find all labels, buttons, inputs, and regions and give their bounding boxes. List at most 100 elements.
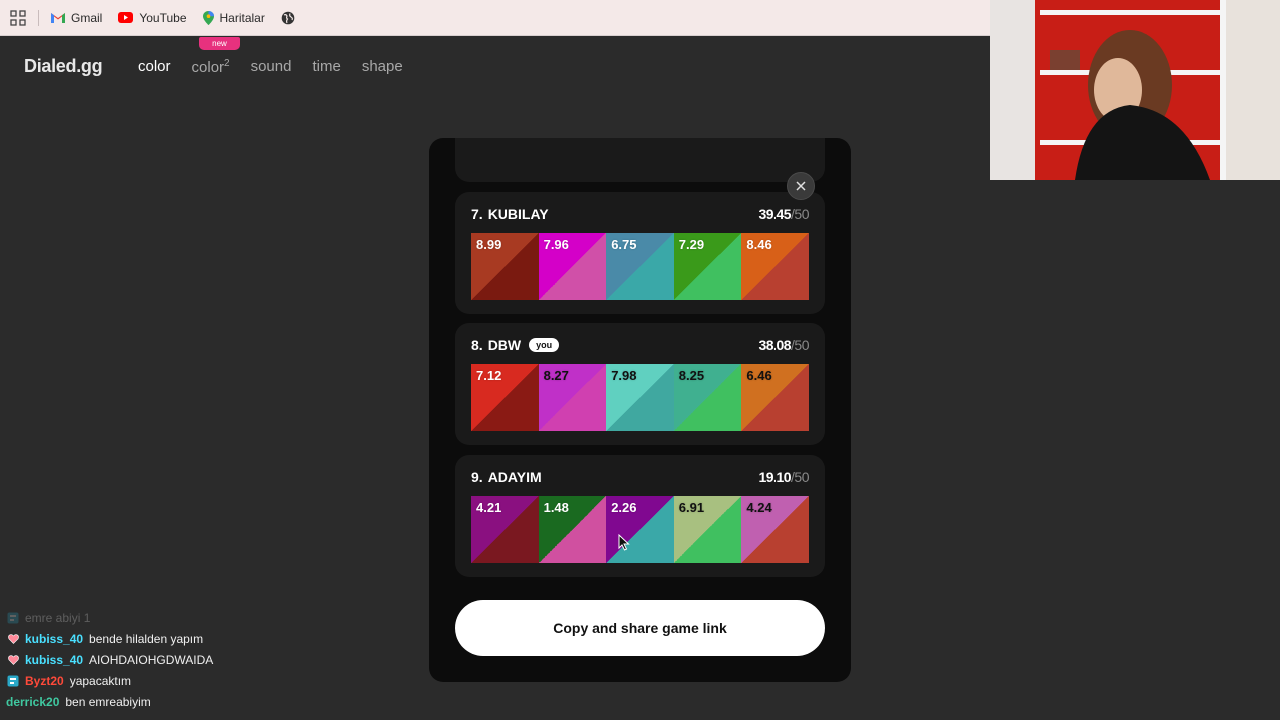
swatch-score: 7.29 (678, 237, 705, 252)
swatch-row: 4.21 1.48 2.26 6.91 4.24 (471, 496, 809, 563)
card-header: 7. KUBILAY 39.45/50 (471, 206, 809, 222)
leaderboard-card: 7. KUBILAY 39.45/50 8.99 7.96 6.75 7.29 8.46 (455, 192, 825, 314)
color-swatch: 2.26 (606, 496, 674, 563)
heart-icon (6, 654, 20, 665)
chat-username[interactable]: Byzt20 (25, 674, 64, 688)
swatch-score: 6.46 (746, 368, 772, 383)
score-max: /50 (791, 206, 809, 222)
close-icon (796, 181, 806, 191)
rank: 8. (471, 337, 483, 353)
color-swatch: 6.46 (741, 364, 809, 431)
mouse-cursor-icon (618, 534, 630, 551)
bookmarks-divider (38, 9, 39, 26)
color-swatch: 4.24 (741, 496, 809, 563)
leaderboard-card: 9. ADAYIM 19.10/50 4.21 1.48 2.26 6.91 4.24 (455, 455, 825, 577)
color-swatch: 4.21 (471, 496, 539, 563)
swatch-score: 8.99 (476, 237, 502, 252)
swatch-score: 6.75 (611, 237, 637, 252)
swatch-row: 8.99 7.96 6.75 7.29 8.46 (471, 233, 809, 300)
bookmark-youtube[interactable]: YouTube (118, 10, 187, 25)
bookmark-label: Haritalar (219, 10, 265, 25)
chat-badge-icon (6, 612, 20, 624)
share-game-link-button[interactable]: Copy and share game link (455, 600, 825, 656)
swatch-score: 1.48 (543, 500, 569, 515)
chat-text: AIOHDAIOHGDWAIDA (89, 652, 214, 667)
score-value: 39.45 (758, 206, 792, 222)
webcam-overlay (990, 0, 1280, 180)
bookmark-label: YouTube (139, 10, 187, 25)
chat-message: kubiss_40 AIOHDAIOHGDWAIDA (6, 649, 213, 670)
apps-grid-icon[interactable] (10, 9, 26, 26)
maps-pin-icon (202, 10, 214, 25)
chat-username[interactable]: derrick20 (6, 695, 59, 709)
main-nav: color color2 sound time shape (138, 58, 424, 76)
gmail-icon (51, 12, 65, 23)
nav-color2-label: color (191, 59, 225, 76)
color-swatch: 7.98 (606, 364, 674, 431)
total-score: 39.45/50 (758, 206, 809, 222)
bookmarks-bar: Gmail YouTube Haritalar (0, 0, 990, 36)
you-badge: you (529, 338, 560, 352)
close-button[interactable] (787, 172, 815, 200)
chat-message: Byzt20 yapacaktım (6, 670, 213, 691)
player-name: KUBILAY (487, 206, 549, 222)
rank: 7. (471, 206, 483, 222)
swatch-score: 7.98 (611, 368, 637, 383)
leaderboard-card-partial (455, 138, 825, 182)
color-swatch: 7.29 (673, 233, 742, 300)
nav-sound[interactable]: sound (251, 58, 292, 76)
swatch-score: 6.91 (678, 500, 705, 515)
heart-icon (6, 633, 20, 644)
card-header: 9. ADAYIM 19.10/50 (471, 469, 809, 485)
color-swatch: 7.12 (471, 364, 539, 431)
swatch-score: 4.21 (476, 500, 502, 515)
color-swatch: 6.91 (673, 496, 742, 563)
chat-username[interactable]: kubiss_40 (25, 653, 83, 667)
nav-color[interactable]: color (138, 58, 171, 76)
bookmark-label: Gmail (71, 10, 103, 25)
nav-shape[interactable]: shape (362, 58, 403, 76)
color-swatch: 6.75 (606, 233, 674, 300)
chat-badge-icon (6, 675, 20, 687)
nav-color2[interactable]: color2 (192, 58, 230, 76)
color-swatch: 8.27 (538, 364, 607, 431)
chat-text: emre abiyi 1 (25, 610, 91, 625)
chat-message: emre abiyi 1 (6, 607, 213, 628)
color-swatch: 8.25 (673, 364, 742, 431)
card-header: 8. DBW you 38.08/50 (471, 337, 809, 353)
score-max: /50 (791, 469, 809, 485)
total-score: 38.08/50 (758, 337, 809, 353)
color-swatch: 8.99 (471, 233, 539, 300)
nav-color2-superscript: 2 (224, 58, 230, 69)
rank: 9. (471, 469, 483, 485)
globe-icon[interactable] (281, 11, 295, 25)
bookmark-gmail[interactable]: Gmail (51, 11, 102, 25)
leaderboard-card-you: 8. DBW you 38.08/50 7.12 8.27 7.98 8.25 6.46 (455, 323, 825, 445)
color-swatch: 1.48 (538, 496, 607, 563)
results-modal: 7. KUBILAY 39.45/50 8.99 7.96 6.75 7.29 8.46… (429, 138, 851, 682)
swatch-score: 4.24 (746, 500, 772, 515)
bookmark-maps[interactable]: Haritalar (202, 10, 265, 25)
new-badge: new (199, 37, 240, 50)
youtube-icon (118, 12, 134, 23)
score-value: 19.10 (758, 469, 792, 485)
player-name: ADAYIM (487, 469, 542, 485)
swatch-score: 7.96 (543, 237, 569, 252)
chat-text: ben emreabiyim (65, 694, 151, 709)
swatch-score: 8.25 (678, 368, 705, 383)
chat-username[interactable]: kubiss_40 (25, 632, 83, 646)
chat-message: derrick20 ben emreabiyim (6, 691, 213, 712)
nav-time[interactable]: time (312, 58, 340, 76)
player-name: DBW (487, 337, 522, 353)
swatch-score: 7.12 (476, 368, 502, 383)
swatch-score: 2.26 (611, 500, 637, 515)
site-logo[interactable]: Dialed.gg (24, 56, 103, 77)
color-swatch: 7.96 (538, 233, 607, 300)
color-swatch: 8.46 (741, 233, 809, 300)
swatch-score: 8.46 (746, 237, 772, 252)
score-max: /50 (791, 337, 809, 353)
score-value: 38.08 (758, 337, 792, 353)
chat-text: bende hilalden yapım (89, 631, 204, 646)
swatch-row: 7.12 8.27 7.98 8.25 6.46 (471, 364, 809, 431)
swatch-score: 8.27 (543, 368, 569, 383)
